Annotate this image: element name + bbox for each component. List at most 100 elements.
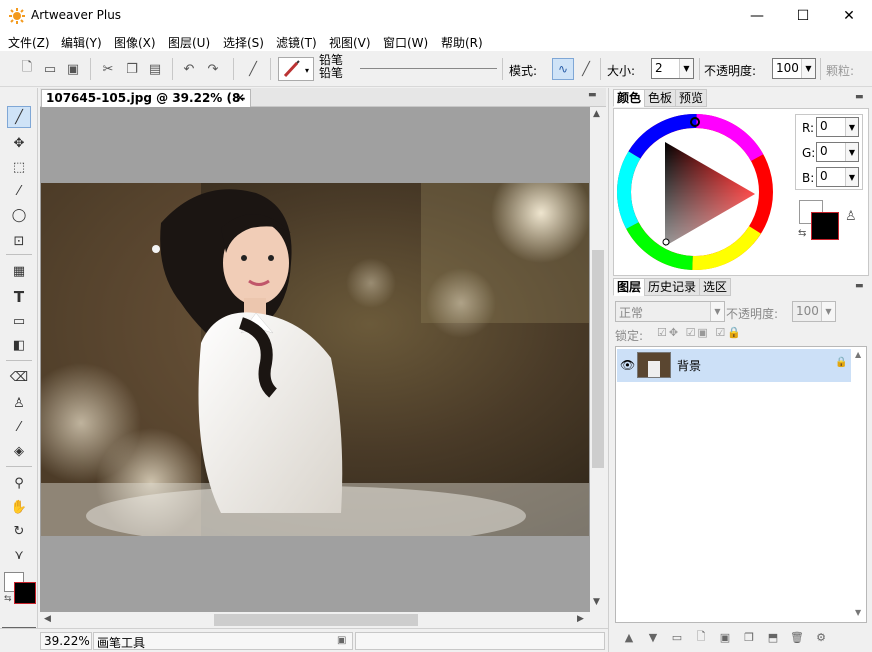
new-folder-icon[interactable]: ▭ [669, 629, 685, 645]
merge-layer-icon[interactable]: ⬒ [765, 629, 781, 645]
text-tool[interactable]: T [7, 286, 31, 308]
save-icon[interactable]: ▣ [64, 60, 82, 78]
document-tab[interactable]: 107645-105.jpg @ 39.22% (8-位) ✕ [41, 89, 251, 121]
close-tab-icon[interactable]: ✕ [235, 91, 245, 105]
line-mode-icon[interactable]: ╱ [577, 60, 595, 78]
g-input[interactable]: 0 ▼ [816, 142, 859, 162]
delete-layer-icon[interactable]: 🗑 [789, 629, 805, 645]
chevron-down-icon[interactable]: ▼ [845, 118, 858, 136]
tab-history[interactable]: 历史记录 [644, 278, 701, 296]
scroll-up-icon[interactable]: ▲ [593, 109, 600, 119]
scroll-up-icon[interactable]: ▲ [855, 350, 861, 359]
move-tool[interactable]: ✥ [7, 132, 31, 154]
background-color-swatch[interactable] [14, 582, 36, 604]
panel-menu-icon[interactable]: ▬ [855, 281, 864, 291]
perspective-tool[interactable]: ▦ [7, 260, 31, 282]
tab-layers[interactable]: 图层 [613, 278, 646, 296]
swap-colors-icon[interactable]: ⇆ [798, 228, 806, 239]
color-wheel[interactable] [615, 112, 775, 272]
scroll-down-icon[interactable]: ▼ [593, 597, 600, 607]
vertical-scrollbar[interactable]: ▲ ▼ [590, 107, 606, 612]
layer-mask-icon[interactable]: ▣ [717, 629, 733, 645]
opacity-input[interactable]: 100 ▼ [772, 58, 816, 79]
size-input[interactable]: 2 ▼ [651, 58, 694, 79]
tab-preview[interactable]: 预览 [675, 89, 708, 107]
brush-preset-picker[interactable]: ▾ [278, 57, 314, 81]
layer-list-scrollbar[interactable]: ▲ ▼ [852, 349, 866, 620]
brush-tool[interactable]: ╱ [7, 106, 31, 128]
shape-tool[interactable]: ▭ [7, 310, 31, 332]
toolbar-separator [90, 58, 91, 80]
magic-wand-tool[interactable]: ⁄ [7, 180, 31, 202]
scroll-down-icon[interactable]: ▼ [855, 608, 861, 617]
panel-menu-icon[interactable]: ▬ [588, 90, 602, 102]
swap-colors-icon[interactable]: ⇆ [4, 594, 12, 604]
chevron-down-icon[interactable]: ▼ [679, 59, 693, 78]
menu-window[interactable]: 窗口(W) [383, 34, 428, 51]
menu-layer[interactable]: 图层(U) [168, 34, 210, 51]
panel-menu-icon[interactable]: ▬ [855, 92, 864, 102]
background-color-swatch[interactable] [811, 212, 839, 240]
move-layer-up-icon[interactable]: ▲ [621, 629, 637, 645]
chevron-down-icon[interactable]: ▼ [801, 59, 815, 78]
layer-row[interactable]: 👁 背景 🔒 [617, 349, 851, 382]
memory-icon: ▣ [337, 635, 347, 646]
new-file-icon[interactable]: 🗋 [18, 60, 36, 78]
chevron-down-icon[interactable]: ▼ [845, 143, 858, 161]
chevron-down-icon[interactable]: ▼ [710, 302, 724, 321]
cut-icon[interactable]: ✂ [99, 60, 117, 78]
eyedropper-stamp-icon[interactable]: ♙ [845, 209, 857, 224]
menu-help[interactable]: 帮助(R) [441, 34, 483, 51]
b-input[interactable]: 0 ▼ [816, 167, 859, 187]
tab-selection[interactable]: 选区 [699, 278, 732, 296]
scroll-left-icon[interactable]: ◀ [44, 614, 51, 624]
menu-edit[interactable]: 编辑(Y) [61, 34, 102, 51]
r-input[interactable]: 0 ▼ [816, 117, 859, 137]
tab-swatches[interactable]: 色板 [644, 89, 677, 107]
rect-select-tool[interactable]: ⬚ [7, 156, 31, 178]
crop-tool[interactable]: ⊡ [7, 230, 31, 252]
lock-options[interactable]: ☑✥ ☑▣ ☑🔒 [657, 326, 743, 339]
close-button[interactable]: ✕ [826, 0, 872, 31]
new-layer-icon[interactable]: 🗋 [693, 629, 709, 645]
chevron-down-icon[interactable]: ▼ [845, 168, 858, 186]
menu-image[interactable]: 图像(X) [114, 34, 156, 51]
menu-file[interactable]: 文件(Z) [8, 34, 50, 51]
menu-select[interactable]: 选择(S) [223, 34, 264, 51]
brush-tool-icon[interactable]: ╱ [244, 60, 262, 78]
photo-image[interactable] [41, 183, 589, 536]
clone-stamp-tool[interactable]: ♙ [7, 392, 31, 414]
horizontal-scroll-thumb[interactable] [214, 614, 418, 626]
vertical-scroll-thumb[interactable] [592, 250, 604, 468]
redo-icon[interactable]: ↷ [204, 60, 222, 78]
hand-tool[interactable]: ✋ [7, 496, 31, 518]
minimize-button[interactable]: — [734, 0, 780, 31]
eraser-tool[interactable]: ⌫ [7, 366, 31, 388]
eyedropper-tool[interactable]: ⁄ [7, 416, 31, 438]
open-folder-icon[interactable]: ▭ [41, 60, 59, 78]
paste-icon[interactable]: ▤ [146, 60, 164, 78]
undo-icon[interactable]: ↶ [180, 60, 198, 78]
move-layer-down-icon[interactable]: ▼ [645, 629, 661, 645]
horizontal-scrollbar[interactable]: ◀ ▶ [40, 612, 590, 628]
freehand-mode-icon[interactable]: ∿ [552, 58, 574, 80]
layer-settings-icon[interactable]: ⚙ [813, 629, 829, 645]
menu-view[interactable]: 视图(V) [329, 34, 371, 51]
eye-visibility-icon[interactable]: 👁 [620, 358, 635, 372]
scroll-right-icon[interactable]: ▶ [577, 614, 584, 624]
layer-opacity-input[interactable]: 100 ▼ [792, 301, 836, 322]
lasso-tool[interactable]: ◯ [7, 204, 31, 226]
symmetry-tool[interactable]: ⋎ [7, 544, 31, 566]
maximize-button[interactable]: ☐ [780, 0, 826, 31]
zoom-tool[interactable]: ⚲ [7, 472, 31, 494]
zoom-status[interactable]: 39.22% [40, 632, 92, 650]
copy-icon[interactable]: ❐ [123, 60, 141, 78]
rotate-view-tool[interactable]: ↻ [7, 520, 31, 542]
gradient-tool[interactable]: ◧ [7, 334, 31, 356]
paint-bucket-tool[interactable]: ◈ [7, 440, 31, 462]
duplicate-layer-icon[interactable]: ❐ [741, 629, 757, 645]
blend-mode-select[interactable]: 正常 ▼ [615, 301, 725, 322]
menu-filter[interactable]: 滤镜(T) [276, 34, 317, 51]
chevron-down-icon[interactable]: ▼ [821, 302, 835, 321]
tab-color[interactable]: 颜色 [613, 89, 646, 107]
